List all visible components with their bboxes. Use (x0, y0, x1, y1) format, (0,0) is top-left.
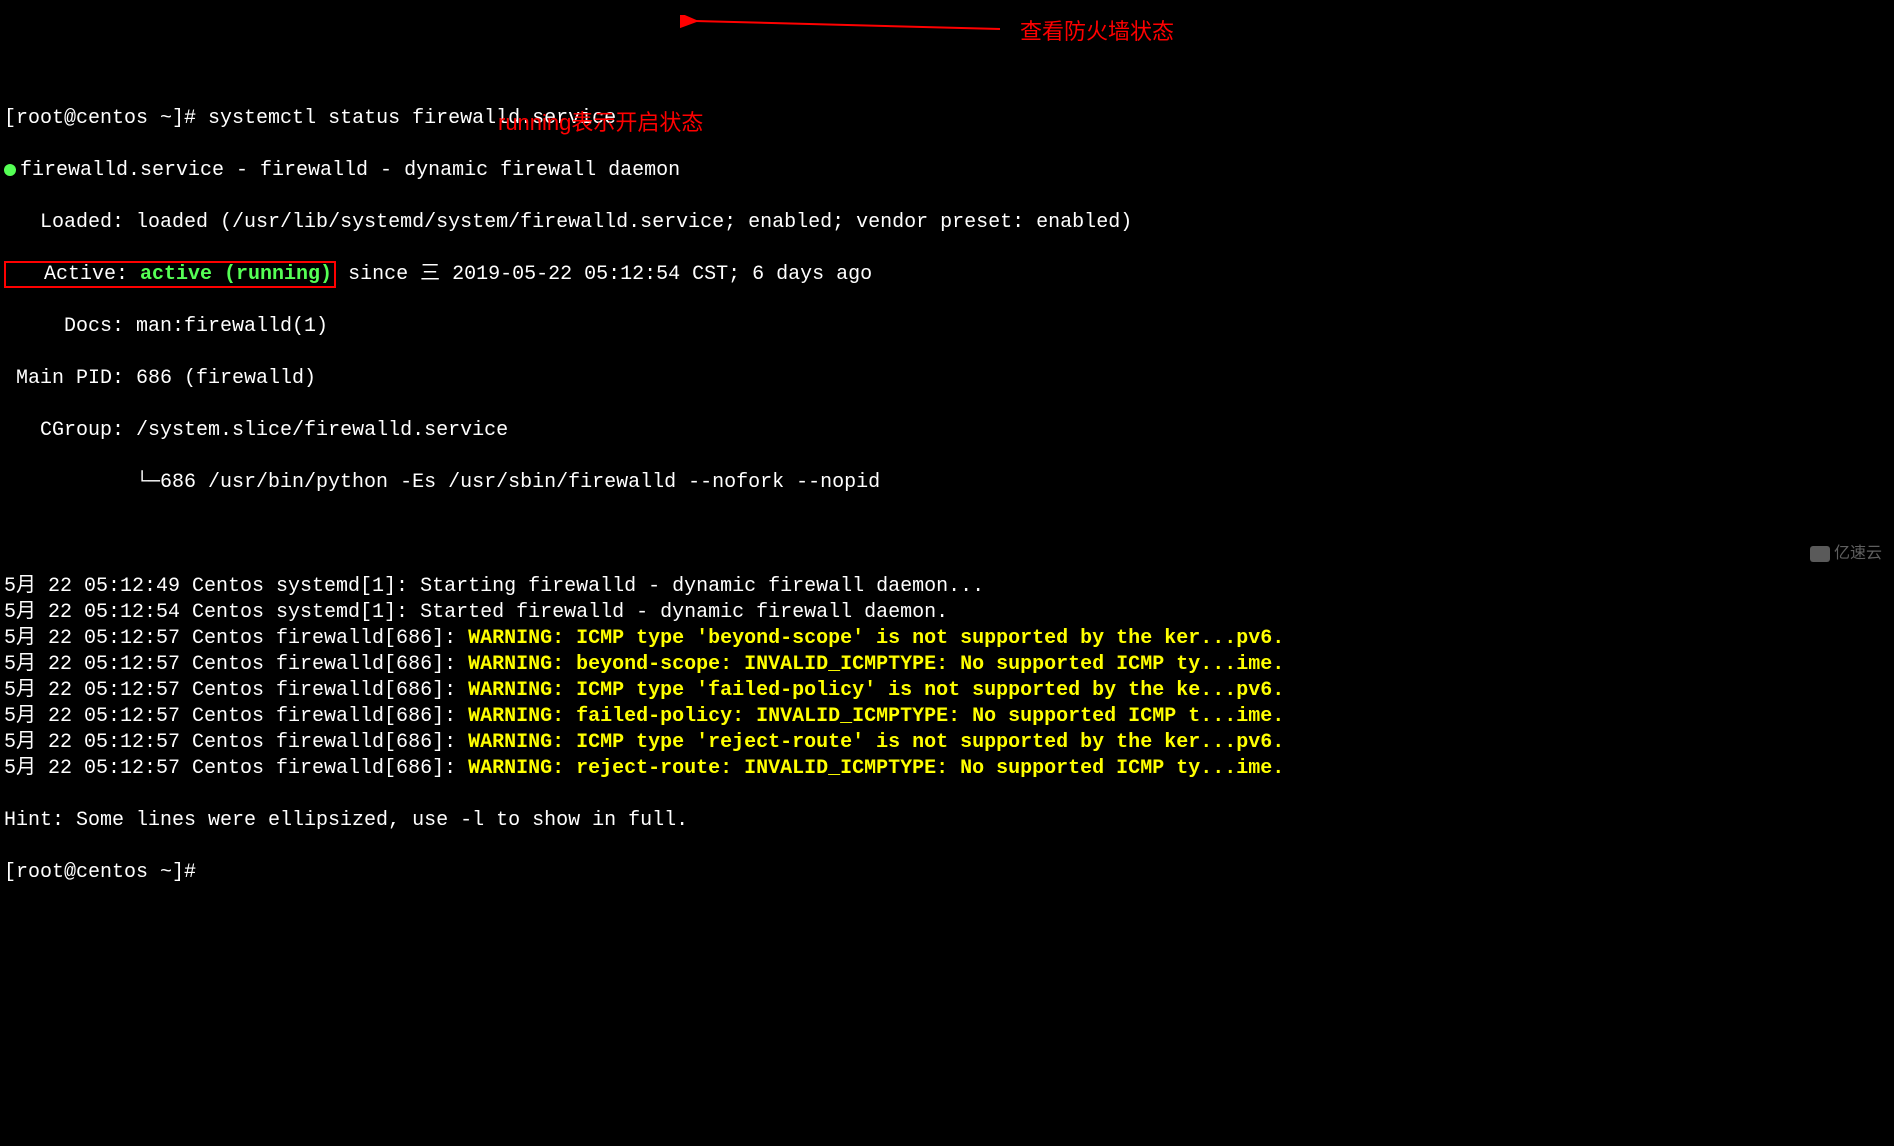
command-text: systemctl status firewalld.service (208, 107, 616, 130)
service-name: firewalld.service - firewalld - dynamic … (20, 159, 680, 182)
log-line: 5月 22 05:12:49 Centos systemd[1]: Starti… (4, 574, 1890, 600)
hint-text: Hint: Some lines were ellipsized, use -l… (4, 809, 688, 832)
log-line: 5月 22 05:12:54 Centos systemd[1]: Starte… (4, 600, 1890, 626)
log-message: Starting firewalld - dynamic firewall da… (420, 575, 984, 598)
cgroup-label: CGroup: (4, 419, 136, 442)
log-message: WARNING: reject-route: INVALID_ICMPTYPE:… (468, 757, 1284, 780)
log-message: WARNING: beyond-scope: INVALID_ICMPTYPE:… (468, 653, 1284, 676)
watermark: 亿速云 (1801, 523, 1882, 565)
loaded-label: Loaded: (4, 211, 136, 234)
log-timestamp: 5月 22 05:12:57 Centos firewalld[686]: (4, 627, 468, 650)
log-timestamp: 5月 22 05:12:54 Centos systemd[1]: (4, 601, 420, 624)
log-timestamp: 5月 22 05:12:57 Centos firewalld[686]: (4, 731, 468, 754)
annotation-check-status: 查看防火墙状态 (1020, 18, 1174, 47)
prompt[interactable]: [root@centos ~]# (4, 107, 208, 130)
log-message: WARNING: failed-policy: INVALID_ICMPTYPE… (468, 705, 1284, 728)
log-container: 5月 22 05:12:49 Centos systemd[1]: Starti… (4, 574, 1890, 782)
cgroup-tree-line: └─686 /usr/bin/python -Es /usr/sbin/fire… (4, 470, 1890, 496)
log-line: 5月 22 05:12:57 Centos firewalld[686]: WA… (4, 678, 1890, 704)
log-message: WARNING: ICMP type 'failed-policy' is no… (468, 679, 1284, 702)
log-message: WARNING: ICMP type 'reject-route' is not… (468, 731, 1284, 754)
blank-line (4, 522, 1890, 548)
terminal-output-line: [root@centos ~]# systemctl status firewa… (4, 106, 1890, 132)
log-line: 5月 22 05:12:57 Centos firewalld[686]: WA… (4, 730, 1890, 756)
status-bullet-icon (4, 164, 16, 176)
active-status: active (running) (140, 263, 332, 286)
cgroup-process: └─686 /usr/bin/python -Es /usr/sbin/fire… (4, 471, 880, 494)
service-header-line: firewalld.service - firewalld - dynamic … (4, 158, 1890, 184)
cgroup-value: /system.slice/firewalld.service (136, 419, 508, 442)
prompt-line: [root@centos ~]# (4, 860, 1890, 886)
main-pid-value: 686 (firewalld) (136, 367, 316, 390)
log-timestamp: 5月 22 05:12:49 Centos systemd[1]: (4, 575, 420, 598)
main-pid-line: Main PID: 686 (firewalld) (4, 366, 1890, 392)
watermark-text: 亿速云 (1834, 545, 1882, 562)
loaded-line: Loaded: loaded (/usr/lib/systemd/system/… (4, 210, 1890, 236)
main-pid-label: Main PID: (4, 367, 136, 390)
loaded-value: loaded (/usr/lib/systemd/system/firewall… (136, 211, 1132, 234)
log-line: 5月 22 05:12:57 Centos firewalld[686]: WA… (4, 626, 1890, 652)
log-line: 5月 22 05:12:57 Centos firewalld[686]: WA… (4, 652, 1890, 678)
log-timestamp: 5月 22 05:12:57 Centos firewalld[686]: (4, 653, 468, 676)
log-message: WARNING: ICMP type 'beyond-scope' is not… (468, 627, 1284, 650)
log-timestamp: 5月 22 05:12:57 Centos firewalld[686]: (4, 757, 468, 780)
log-line: 5月 22 05:12:57 Centos firewalld[686]: WA… (4, 704, 1890, 730)
docs-line: Docs: man:firewalld(1) (4, 314, 1890, 340)
active-line: Active: active (running) since 三 2019-05… (4, 262, 1890, 288)
log-message: Started firewalld - dynamic firewall dae… (420, 601, 948, 624)
active-label: Active: (8, 263, 140, 286)
active-since: since 三 2019-05-22 05:12:54 CST; 6 days … (336, 263, 872, 286)
log-timestamp: 5月 22 05:12:57 Centos firewalld[686]: (4, 705, 468, 728)
hint-line: Hint: Some lines were ellipsized, use -l… (4, 808, 1890, 834)
docs-label: Docs: (4, 315, 136, 338)
cloud-icon (1810, 546, 1830, 562)
docs-value: man:firewalld(1) (136, 315, 328, 338)
annotation-arrow-icon (680, 15, 1010, 40)
log-timestamp: 5月 22 05:12:57 Centos firewalld[686]: (4, 679, 468, 702)
cgroup-line: CGroup: /system.slice/firewalld.service (4, 418, 1890, 444)
prompt-end[interactable]: [root@centos ~]# (4, 861, 208, 884)
log-line: 5月 22 05:12:57 Centos firewalld[686]: WA… (4, 756, 1890, 782)
